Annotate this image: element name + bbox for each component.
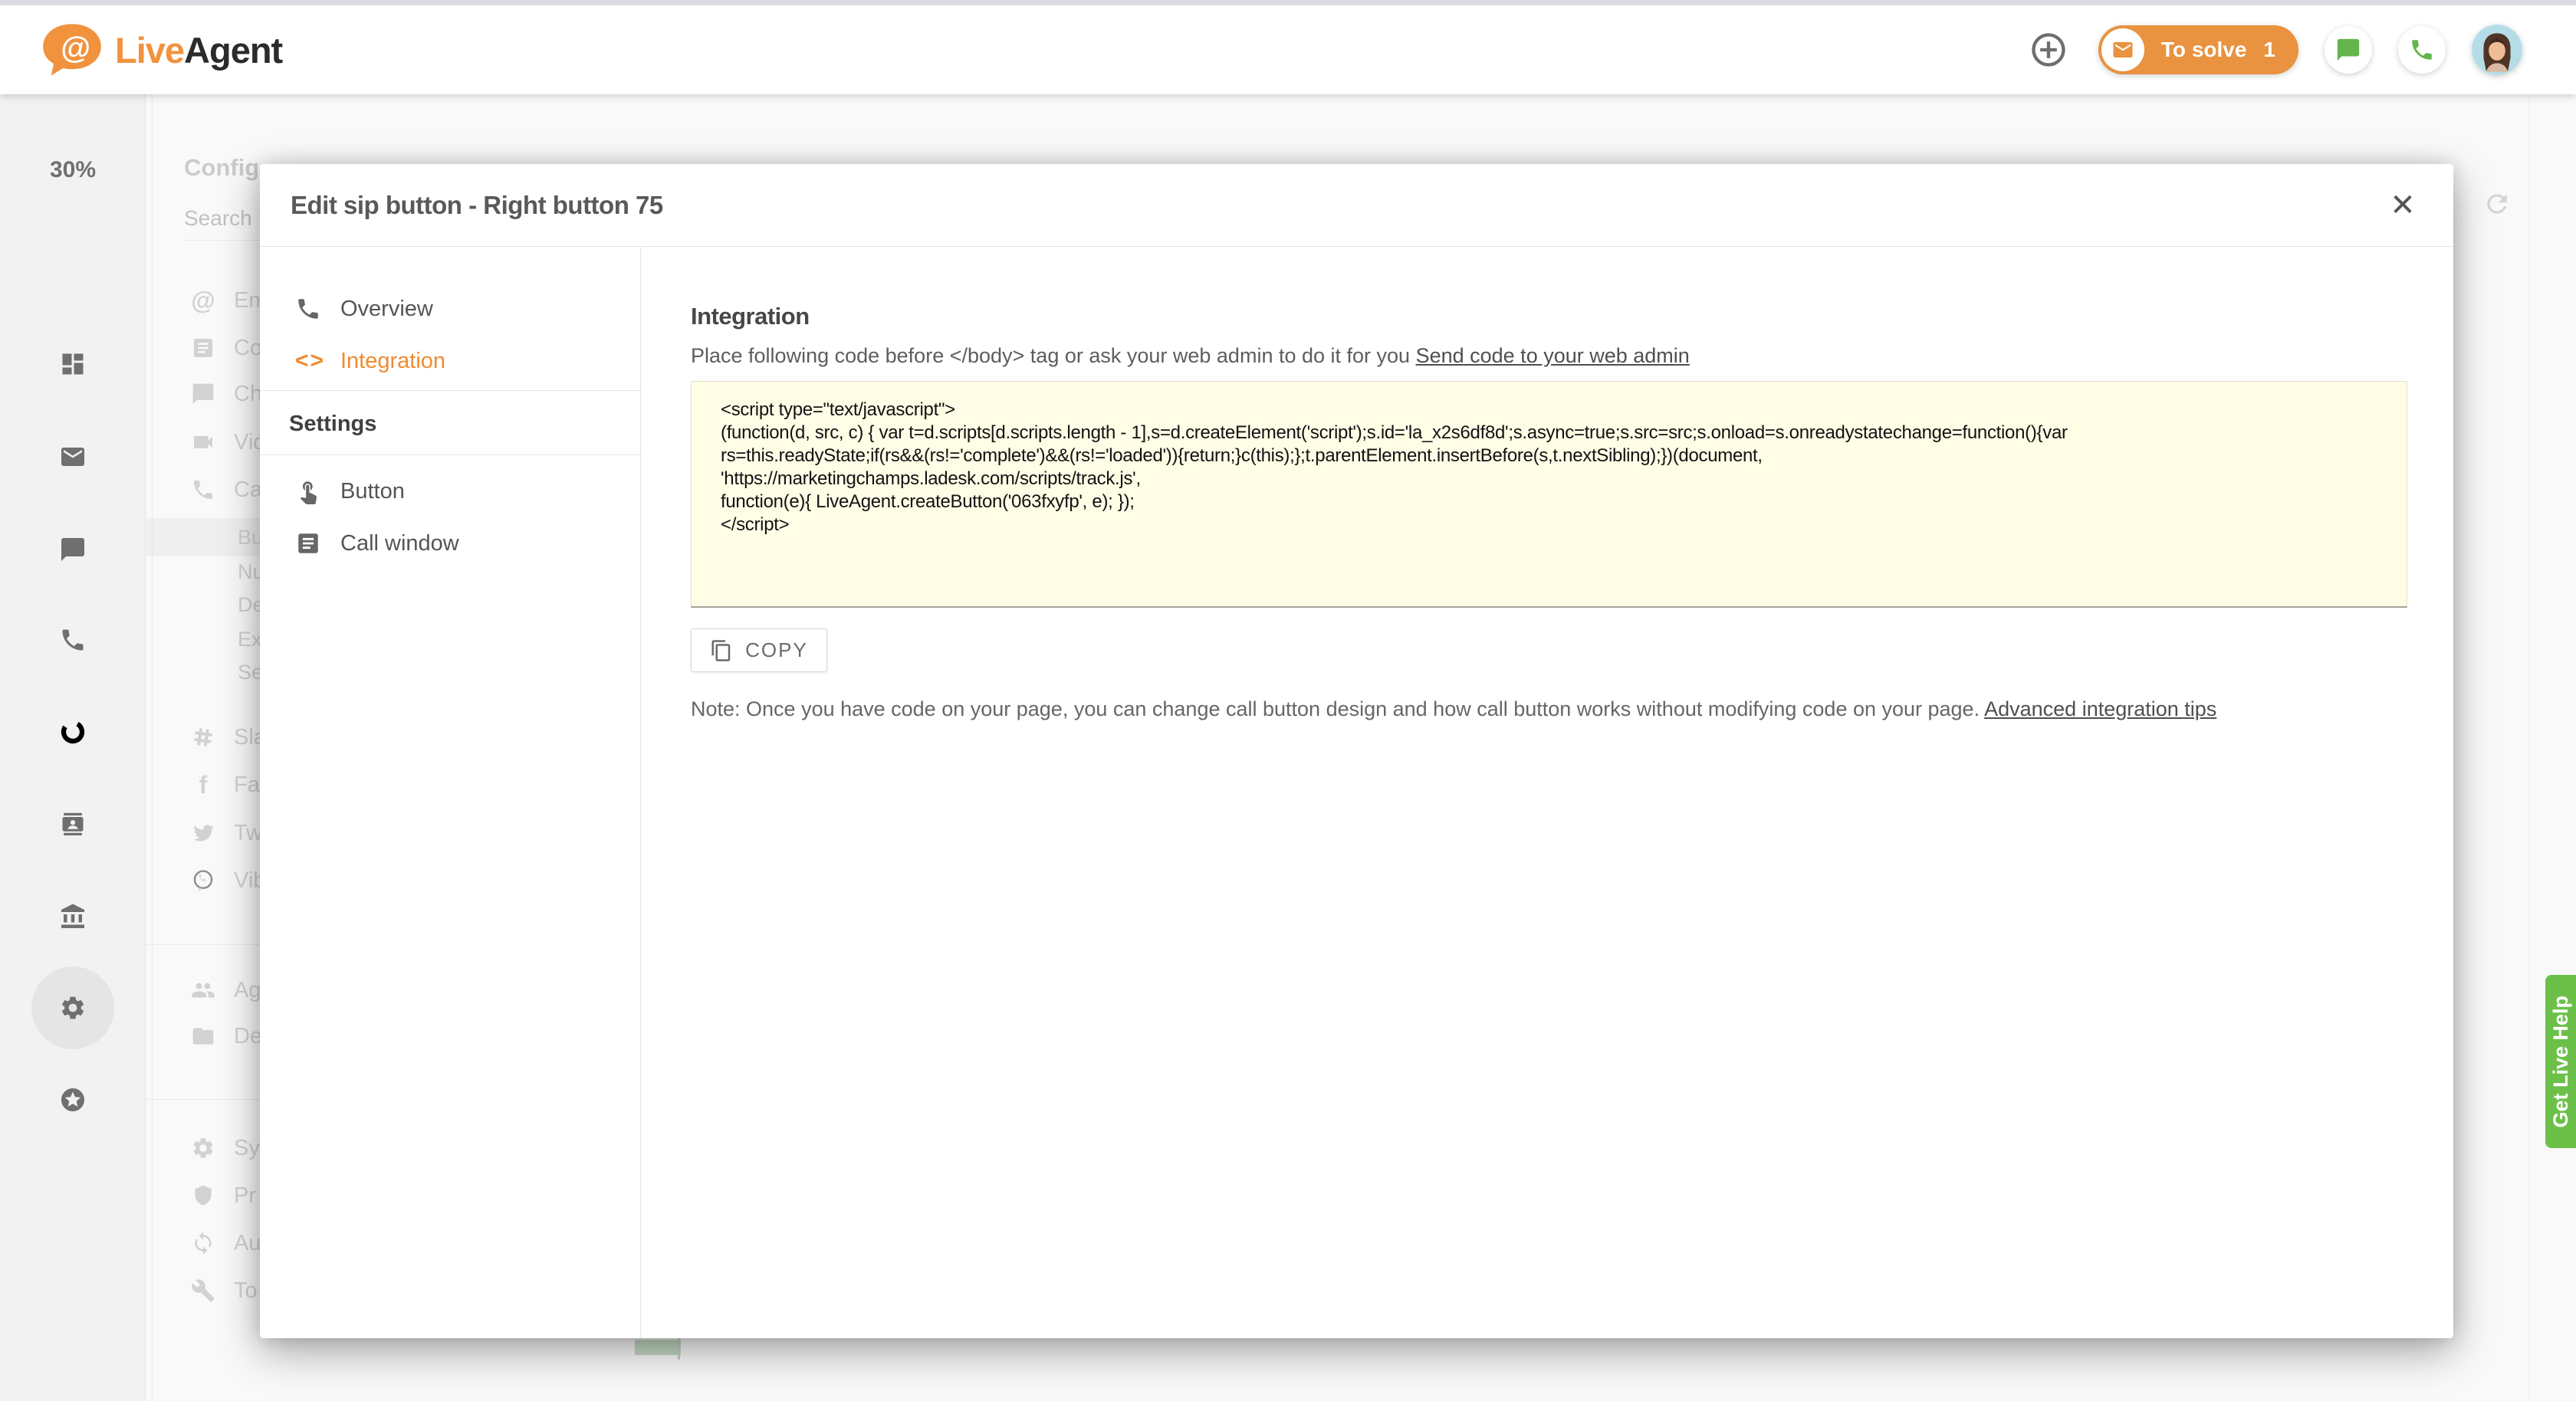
to-solve-label: To solve [2161, 38, 2247, 62]
to-solve-button[interactable]: To solve 1 [2098, 25, 2298, 74]
settings-heading: Settings [289, 412, 376, 437]
dashboard-icon [59, 350, 87, 378]
top-bar: @ LiveAgent To solve 1 [0, 5, 2576, 94]
phone-icon [295, 296, 321, 322]
touch-pointer-icon [295, 478, 321, 504]
integration-code-box[interactable]: <script type="text/javascript"> (functio… [691, 381, 2407, 608]
integration-note: Note: Once you have code on your page, y… [691, 697, 2454, 721]
gear-icon [59, 994, 87, 1022]
rail-item-tickets[interactable] [0, 443, 146, 471]
to-solve-mail-circle [2101, 28, 2144, 71]
dialog-title: Edit sip button - Right button 75 [291, 191, 663, 220]
edit-sip-button-dialog: Edit sip button - Right button 75 ✕ Over… [260, 164, 2453, 1338]
star-circle-icon [59, 1086, 87, 1114]
nav-item-button[interactable]: Button [260, 473, 640, 510]
chat-icon [2335, 37, 2361, 63]
code-line: </script> [721, 513, 2407, 536]
left-icon-rail: 30% [0, 94, 146, 1401]
data-usage-icon [59, 718, 87, 746]
code-line: function(e){ LiveAgent.createButton('063… [721, 491, 2407, 513]
document-icon [295, 530, 321, 556]
plus-circle-icon [2029, 30, 2068, 70]
chats-button[interactable] [2325, 26, 2372, 74]
rail-item-reports[interactable] [0, 718, 146, 746]
bank-icon [59, 903, 87, 930]
nav-item-integration[interactable]: <> Integration [260, 343, 640, 379]
envelope-icon [2111, 38, 2134, 61]
phone-icon [59, 626, 87, 654]
rail-item-starred[interactable] [0, 1086, 146, 1114]
to-solve-count: 1 [2263, 38, 2275, 62]
usage-percent: 30% [0, 157, 146, 183]
envelope-icon [59, 443, 87, 471]
logo-bubble-icon: @ [40, 22, 104, 77]
close-button[interactable]: ✕ [2380, 182, 2426, 228]
integration-heading: Integration [691, 303, 2453, 330]
add-button[interactable] [2025, 26, 2072, 74]
rail-item-chats[interactable] [0, 536, 146, 563]
calls-button[interactable] [2398, 26, 2446, 74]
contact-card-icon [59, 810, 87, 838]
liveagent-logo[interactable]: @ LiveAgent [40, 22, 282, 77]
svg-text:@: @ [61, 31, 90, 64]
chat-icon [59, 536, 87, 563]
nav-divider [260, 454, 640, 455]
rail-item-customers[interactable] [0, 810, 146, 838]
rail-item-dashboard[interactable] [0, 350, 146, 378]
brand-text: LiveAgent [115, 29, 282, 71]
avatar-image [2472, 25, 2522, 75]
advanced-tips-link[interactable]: Advanced integration tips [1984, 697, 2216, 720]
rail-item-billing[interactable] [0, 903, 146, 930]
brand-agent: Agent [184, 30, 282, 71]
code-line: <script type="text/javascript"> [721, 399, 2407, 422]
rail-item-settings[interactable] [0, 994, 146, 1022]
copy-button[interactable]: COPY [691, 628, 827, 672]
code-line: 'https://marketingchamps.ladesk.com/scri… [721, 468, 2407, 491]
ribbon-label: Get Live Help [2549, 996, 2573, 1128]
window-top-strip [0, 0, 2576, 5]
user-avatar[interactable] [2472, 25, 2522, 75]
code-line: (function(d, src, c) { var t=d.scripts[d… [721, 422, 2407, 445]
nav-item-overview[interactable]: Overview [260, 290, 640, 327]
phone-icon [2409, 37, 2435, 63]
brand-live: Live [115, 30, 184, 71]
nav-item-call-window[interactable]: Call window [260, 525, 640, 562]
copy-icon [710, 639, 733, 662]
code-line: rs=this.readyState;if(rs&&(rs!='complete… [721, 445, 2407, 468]
integration-panel: Integration Place following code before … [642, 248, 2453, 1338]
get-live-help-ribbon[interactable]: Get Live Help [2545, 975, 2576, 1148]
nav-divider [260, 390, 640, 391]
integration-instruction: Place following code before </body> tag … [691, 344, 2453, 368]
close-icon: ✕ [2390, 188, 2416, 223]
dialog-header: Edit sip button - Right button 75 ✕ [260, 164, 2453, 247]
topbar-actions: To solve 1 [2025, 5, 2522, 94]
rail-item-calls[interactable] [0, 626, 146, 654]
send-code-link[interactable]: Send code to your web admin [1416, 344, 1690, 367]
dialog-nav: Overview <> Integration Settings Button … [260, 248, 641, 1338]
code-icon: <> [295, 348, 321, 374]
